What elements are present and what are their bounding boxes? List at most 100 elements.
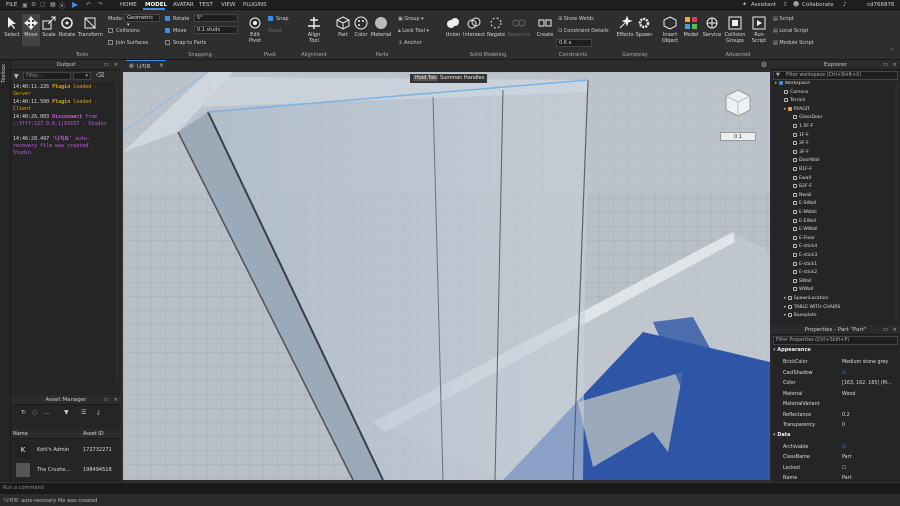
- filter-icon[interactable]: ▼: [14, 73, 19, 80]
- group-button[interactable]: ▣ Group ▾: [398, 16, 424, 22]
- import-icon[interactable]: ↻: [21, 409, 26, 416]
- effects-button[interactable]: Effects: [615, 16, 635, 38]
- select-button[interactable]: Select: [3, 16, 21, 38]
- negate-button[interactable]: Negate: [486, 16, 506, 38]
- service-button[interactable]: Service: [702, 16, 722, 38]
- tab-close-icon[interactable]: ×: [159, 62, 164, 69]
- tree-item[interactable]: Camera: [784, 89, 808, 95]
- properties-filter-input[interactable]: Filter Properties (Ctrl+Shift+P): [773, 336, 898, 345]
- tab-test[interactable]: TEST: [199, 2, 213, 8]
- collisions-checkbox[interactable]: [108, 28, 113, 33]
- property-row[interactable]: Reflectance 0.2: [771, 411, 900, 421]
- redo-icon[interactable]: ↷: [98, 1, 103, 8]
- collaborate-icon[interactable]: ☻: [793, 1, 799, 8]
- assistant-icon[interactable]: ✦: [742, 1, 747, 8]
- property-section-header[interactable]: ▾ Appearance: [773, 347, 811, 353]
- spawn-button[interactable]: Spawn: [635, 16, 653, 38]
- join-checkbox[interactable]: [108, 40, 113, 45]
- explorer-scrollbar[interactable]: [895, 81, 899, 321]
- col-asset-id[interactable]: Asset ID: [83, 431, 104, 437]
- command-bar[interactable]: Run a command: [0, 482, 900, 494]
- settings-icon[interactable]: ⚙: [31, 1, 36, 8]
- tree-item[interactable]: ▸ TABLE WITH CHAIRS: [784, 304, 840, 310]
- property-value[interactable]: ☐: [842, 466, 846, 471]
- asset-close-icon[interactable]: ×: [113, 395, 118, 405]
- show-welds-toggle[interactable]: ⊞ Show Welds: [558, 16, 594, 22]
- tree-item[interactable]: E-stick2: [793, 270, 817, 275]
- property-row[interactable]: ClassName Part: [771, 453, 900, 463]
- grid-icon[interactable]: ▦: [50, 1, 56, 8]
- tree-item[interactable]: ▸ RYAGIT: [784, 106, 810, 112]
- property-value[interactable]: Medium stone grey: [842, 360, 888, 365]
- mode-dropdown[interactable]: Geometric ▾: [124, 14, 160, 28]
- tree-item[interactable]: B1F-F: [793, 167, 812, 172]
- toolbox-label[interactable]: Toolbox: [1, 64, 7, 83]
- rotate-button[interactable]: Rotate: [58, 16, 76, 38]
- tree-item[interactable]: Terrain: [784, 98, 806, 103]
- save-icon[interactable]: ▣: [22, 2, 28, 9]
- constraint-scale-input[interactable]: 0.6 x: [556, 39, 592, 47]
- property-row[interactable]: Archivable ☑: [771, 443, 900, 453]
- property-row[interactable]: Name Part: [771, 474, 900, 482]
- color-button[interactable]: Color: [352, 16, 370, 38]
- property-row[interactable]: Transparency 0: [771, 421, 900, 431]
- property-value[interactable]: Part: [842, 476, 851, 481]
- separate-button[interactable]: Separate: [507, 16, 531, 38]
- property-value[interactable]: 0.2: [842, 413, 850, 418]
- move-snap-checkbox[interactable]: [165, 28, 170, 33]
- rotate-snap-checkbox[interactable]: [165, 16, 170, 21]
- toolbox-strip[interactable]: Toolbox: [0, 60, 11, 482]
- camera-icon[interactable]: ▢: [40, 1, 46, 8]
- tree-item[interactable]: 1F-F: [793, 132, 809, 138]
- viewport-settings-icon[interactable]: ⚙: [761, 61, 767, 69]
- move-snap-input[interactable]: 0.1 studs: [194, 26, 238, 34]
- tab-plugins[interactable]: PLUGINS: [243, 2, 267, 8]
- file-menu[interactable]: FILE: [6, 2, 17, 8]
- property-row[interactable]: Material Wood: [771, 390, 900, 400]
- snap-parts-checkbox[interactable]: [165, 40, 170, 45]
- ribbon-collapse-icon[interactable]: ⌃: [890, 48, 895, 55]
- tab-home[interactable]: HOME: [120, 2, 137, 8]
- asset-row[interactable]: K Kohl's Admin 172732271: [11, 440, 121, 460]
- property-value[interactable]: Wood: [842, 392, 855, 397]
- list-view-icon[interactable]: ☰: [81, 409, 86, 416]
- pivot-snap-checkbox[interactable]: [268, 16, 273, 21]
- col-name[interactable]: Name: [13, 431, 28, 437]
- property-row[interactable]: Color [163, 162, 165] (M...: [771, 379, 900, 389]
- tree-item[interactable]: 3F-F: [793, 149, 809, 155]
- move-button[interactable]: Move: [22, 14, 40, 46]
- output-level-dropdown[interactable]: ▾: [73, 72, 91, 80]
- join-surfaces-toggle[interactable]: Join Surfaces: [108, 40, 148, 46]
- tree-item[interactable]: Ewall: [793, 175, 811, 181]
- property-row[interactable]: BrickColor Medium stone grey: [771, 358, 900, 368]
- anchor-button[interactable]: ⚓︎ Anchor: [398, 40, 422, 46]
- property-value[interactable]: Part: [842, 455, 851, 460]
- tree-item[interactable]: E-WWall: [793, 227, 818, 232]
- collisions-toggle[interactable]: Collisions: [108, 28, 140, 34]
- tree-item[interactable]: ▸ Baseplate: [784, 313, 817, 318]
- tree-item[interactable]: ▸ SpawnLocation: [784, 296, 829, 301]
- edit-pivot-button[interactable]: Edit Pivot: [245, 16, 265, 44]
- broom-icon[interactable]: ⌫: [96, 72, 104, 79]
- asset-row[interactable]: The Crushe... 198494518: [11, 460, 121, 480]
- play-icon[interactable]: ▶: [72, 0, 78, 9]
- close-icon[interactable]: ×: [113, 60, 118, 70]
- tree-item[interactable]: E-SWall: [793, 201, 816, 206]
- tree-item[interactable]: Nwall: [793, 192, 812, 198]
- lock-tool-button[interactable]: 🔒︎ Lock Tool ▾: [398, 28, 429, 34]
- tree-item[interactable]: GlassDoor: [793, 115, 823, 120]
- property-row[interactable]: CastShadow ☑: [771, 369, 900, 379]
- asset-dock-icon[interactable]: ▭: [104, 395, 109, 405]
- script-button[interactable]: ▤ Script: [773, 16, 794, 22]
- move-snap-toggle[interactable]: Move: [165, 28, 186, 34]
- pivot-snap-toggle[interactable]: Snap: [268, 16, 289, 22]
- constraint-details-toggle[interactable]: ⊡ Constraint Details: [558, 28, 609, 34]
- rotate-snap-toggle[interactable]: Rotate: [165, 16, 189, 22]
- props-close-icon[interactable]: ×: [892, 325, 897, 335]
- model-button[interactable]: Model: [681, 16, 701, 38]
- tree-item[interactable]: E-stick4: [793, 244, 817, 249]
- bell-icon[interactable]: ♪: [843, 1, 847, 8]
- rotate-snap-input[interactable]: 5°: [194, 14, 238, 22]
- view-cube[interactable]: [723, 88, 753, 118]
- property-value[interactable]: [163, 162, 165] (M...: [842, 381, 891, 386]
